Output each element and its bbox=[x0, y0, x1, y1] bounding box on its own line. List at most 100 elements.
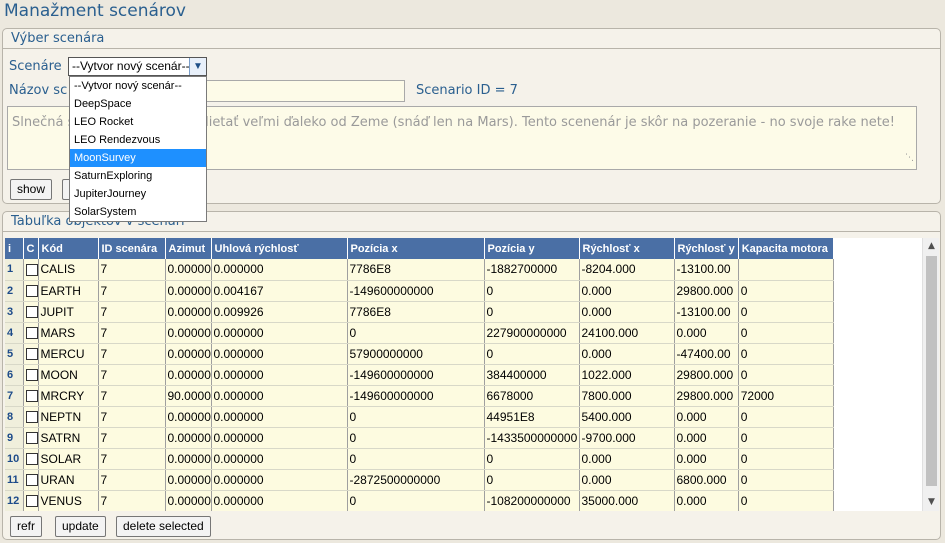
table-cell: 0 bbox=[738, 364, 834, 386]
row-checkbox[interactable] bbox=[25, 306, 37, 319]
table-cell: 44951E8 bbox=[484, 406, 580, 428]
dropdown-option[interactable]: LEO Rendezvous bbox=[70, 131, 206, 149]
row-checkbox-cell bbox=[23, 406, 39, 428]
table-cell: 0 bbox=[484, 343, 580, 365]
table-row: 2 EARTH 7 0.00000 0.004167 -149600000000 0 0.00… bbox=[5, 280, 834, 302]
column-header: Azimut bbox=[165, 238, 212, 259]
row-checkbox[interactable] bbox=[25, 474, 37, 487]
row-checkbox[interactable] bbox=[25, 390, 37, 403]
row-checkbox[interactable] bbox=[25, 411, 37, 424]
row-checkbox[interactable] bbox=[25, 432, 37, 445]
arrow-down-icon[interactable]: ▼ bbox=[923, 494, 940, 511]
row-index: 11 bbox=[5, 469, 24, 491]
row-checkbox[interactable] bbox=[25, 264, 37, 277]
table-cell: 0.000000 bbox=[211, 322, 348, 344]
table-cell: 0.009926 bbox=[211, 301, 348, 323]
table-cell: 5400.000 bbox=[579, 406, 675, 428]
table-cell: 0.00000 bbox=[165, 490, 212, 511]
dropdown-option[interactable]: SolarSystem bbox=[70, 203, 206, 221]
row-checkbox[interactable] bbox=[25, 327, 37, 340]
row-checkbox-cell bbox=[23, 469, 39, 491]
table-cell: 29800.000 bbox=[674, 364, 739, 386]
table-cell: SOLAR bbox=[38, 448, 99, 470]
table-cell: 7 bbox=[98, 301, 166, 323]
row-index: 8 bbox=[5, 406, 24, 428]
table-cell: EARTH bbox=[38, 280, 99, 302]
table-cell: 0.000 bbox=[674, 322, 739, 344]
table-cell: 0 bbox=[347, 448, 485, 470]
table-row: 10 SOLAR 7 0.00000 0.000000 0 0 0.000 0.000 0 bbox=[5, 448, 834, 470]
table-cell: 0 bbox=[347, 322, 485, 344]
table-cell: 0.000000 bbox=[211, 385, 348, 407]
dropdown-option[interactable]: LEO Rocket bbox=[70, 113, 206, 131]
row-checkbox[interactable] bbox=[25, 285, 37, 298]
arrow-up-icon[interactable]: ▲ bbox=[923, 238, 940, 255]
table-cell: 0.00000 bbox=[165, 259, 212, 281]
table-cell: 227900000000 bbox=[484, 322, 580, 344]
table-cell: 29800.000 bbox=[674, 385, 739, 407]
page-title: Manažment scenárov bbox=[4, 1, 186, 21]
table-cell: 0 bbox=[738, 469, 834, 491]
dropdown-option[interactable]: --Vytvor nový scenár-- bbox=[70, 77, 206, 95]
table-header-row: i C Kód ID scenára Azimut Uhlová rýchlosť Pozí… bbox=[5, 238, 834, 259]
column-header: Rýchlosť y bbox=[674, 238, 739, 259]
table-cell: 7 bbox=[98, 469, 166, 491]
table-cell: 7 bbox=[98, 259, 166, 281]
table-cell: MERCU bbox=[38, 343, 99, 365]
table-cell: -13100.00 bbox=[674, 259, 739, 281]
table-cell: 0.000 bbox=[579, 301, 675, 323]
table-cell: 90.0000 bbox=[165, 385, 212, 407]
table-cell: -108200000000 bbox=[484, 490, 580, 511]
chevron-down-icon[interactable]: ▼ bbox=[189, 58, 206, 75]
row-checkbox-cell bbox=[23, 385, 39, 407]
scenario-select[interactable]: --Vytvor nový scenár-- ▼ bbox=[68, 57, 207, 76]
table-cell: 0.000 bbox=[579, 343, 675, 365]
delete-selected-button[interactable]: delete selected bbox=[116, 516, 211, 537]
table-row: 7 MRCRY 7 90.0000 0.000000 -149600000000 66780… bbox=[5, 385, 834, 407]
dropdown-option[interactable]: MoonSurvey bbox=[70, 149, 206, 167]
show-button[interactable]: show bbox=[10, 179, 53, 200]
resize-grip-icon[interactable]: ⋱ bbox=[905, 148, 914, 168]
table-cell: 384400000 bbox=[484, 364, 580, 386]
table-cell: 0.000000 bbox=[211, 427, 348, 449]
table-cell: 0.000000 bbox=[211, 490, 348, 511]
row-checkbox[interactable] bbox=[25, 453, 37, 466]
scrollbar-thumb[interactable] bbox=[926, 256, 937, 486]
column-header: ID scenára bbox=[98, 238, 166, 259]
table-cell: 0.000000 bbox=[211, 406, 348, 428]
table-cell: NEPTN bbox=[38, 406, 99, 428]
column-header: Kapacita motora bbox=[738, 238, 834, 259]
dropdown-option[interactable]: DeepSpace bbox=[70, 95, 206, 113]
table-cell: 7 bbox=[98, 322, 166, 344]
scenario-select-value: --Vytvor nový scenár-- bbox=[72, 59, 190, 73]
table-cell bbox=[738, 259, 834, 281]
update-button[interactable]: update bbox=[55, 516, 106, 537]
table-cell: 7 bbox=[98, 406, 166, 428]
table-cell: 0.00000 bbox=[165, 364, 212, 386]
row-index: 7 bbox=[5, 385, 24, 407]
row-checkbox[interactable] bbox=[25, 495, 37, 508]
table-row: 3 JUPIT 7 0.00000 0.009926 7786E8 0 0.000 -13100… bbox=[5, 301, 834, 323]
table-cell: URAN bbox=[38, 469, 99, 491]
scenario-label: Scenáre bbox=[9, 59, 62, 74]
row-index: 4 bbox=[5, 322, 24, 344]
row-checkbox-cell bbox=[23, 301, 39, 323]
scenario-dropdown-list[interactable]: --Vytvor nový scenár-- DeepSpace LEO Rocke… bbox=[69, 76, 207, 222]
table-cell: 7786E8 bbox=[347, 301, 485, 323]
row-checkbox-cell bbox=[23, 490, 39, 511]
row-checkbox-cell bbox=[23, 427, 39, 449]
table-cell: 0 bbox=[347, 490, 485, 511]
dropdown-option[interactable]: JupiterJourney bbox=[70, 185, 206, 203]
table-cell: 0.000 bbox=[674, 490, 739, 511]
row-index: 1 bbox=[5, 259, 24, 281]
row-checkbox[interactable] bbox=[25, 348, 37, 361]
table-scrollbar[interactable]: ▲ ▼ bbox=[922, 238, 939, 511]
row-checkbox-cell bbox=[23, 448, 39, 470]
refresh-button[interactable]: refr bbox=[10, 516, 42, 537]
row-checkbox[interactable] bbox=[25, 369, 37, 382]
scenario-name-input[interactable] bbox=[205, 80, 405, 102]
column-header: Pozícia y bbox=[484, 238, 580, 259]
table-cell: 0 bbox=[738, 343, 834, 365]
table-cell: 0.000000 bbox=[211, 448, 348, 470]
dropdown-option[interactable]: SaturnExploring bbox=[70, 167, 206, 185]
